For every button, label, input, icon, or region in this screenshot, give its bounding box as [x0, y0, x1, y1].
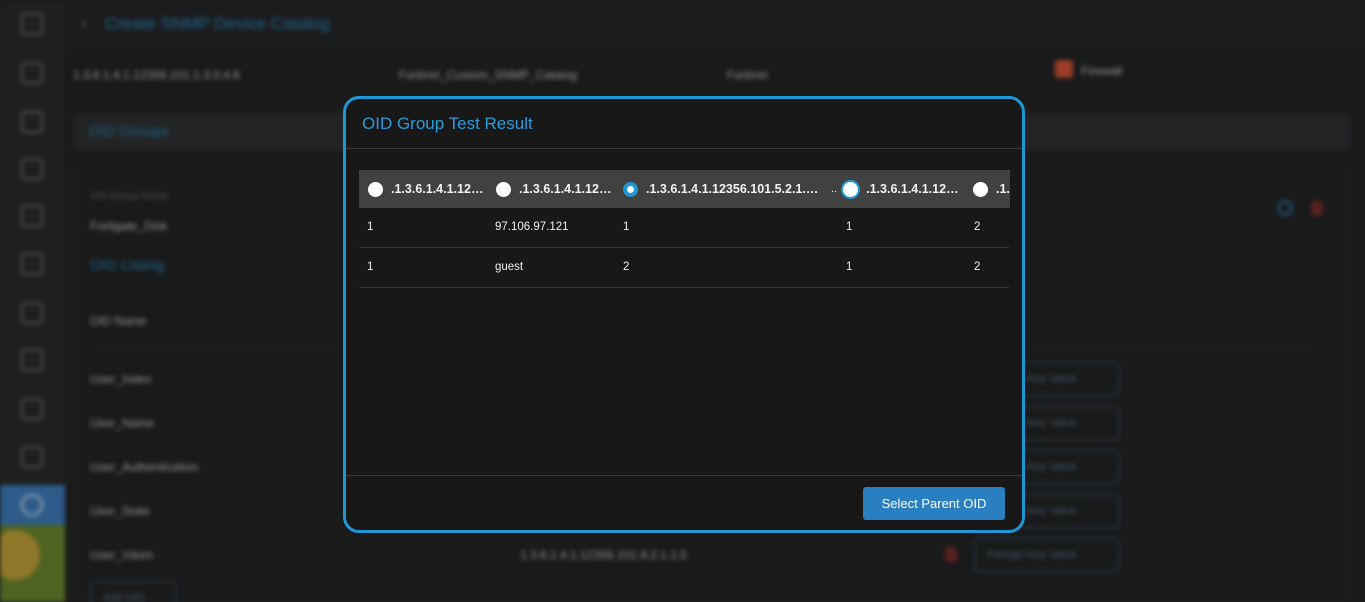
- dialog-header: OID Group Test Result: [346, 99, 1022, 149]
- table-header: .1.3.6.1.4.1.12356.101.5.2.1.1.1 .1.3.6.…: [359, 170, 1010, 208]
- table-row: 1 guest 2 1 2: [359, 248, 1010, 288]
- column-label: .1.3.6.1.4.1.12356.101.5.2.1.1.2: [519, 182, 616, 196]
- table-cell: 97.106.97.121: [495, 221, 569, 233]
- table-cell: 1: [846, 221, 853, 233]
- truncation-ellipsis: ..: [831, 183, 838, 195]
- radio-button[interactable]: [843, 181, 859, 197]
- table-cell: 1: [846, 261, 853, 273]
- table-row: 1 97.106.97.121 1 1 2: [359, 208, 1010, 248]
- column-label: .1.3.6.1.4.1.12356.101.5.2.1.1.1: [391, 182, 486, 196]
- dialog-body: .1.3.6.1.4.1.12356.101.5.2.1.1.1 .1.3.6.…: [346, 149, 1022, 478]
- column-header[interactable]: .. .1.3.6.1.4.1.12356.101.5.2.1.1.4: [831, 170, 971, 208]
- radio-button[interactable]: [496, 181, 511, 197]
- column-header[interactable]: .1.3.6.1.4.1.12356.101.5.2.1.1.1: [368, 170, 486, 208]
- table-cell: 2: [623, 261, 630, 273]
- column-label: .1.3.6.1.4.1.12356.101.5.2.1.1.5: [996, 182, 1010, 196]
- select-parent-oid-button[interactable]: Select Parent OID: [863, 487, 1005, 520]
- table-cell: guest: [495, 261, 524, 273]
- column-header[interactable]: .1.3.6.1.4.1.12356.101.5.2.1.1.2: [496, 170, 616, 208]
- table-cell: 1: [623, 221, 630, 233]
- radio-button[interactable]: [368, 181, 383, 197]
- oid-group-test-result-dialog: OID Group Test Result .1.3.6.1.4.1.12356…: [343, 96, 1025, 533]
- dialog-footer: Select Parent OID: [346, 475, 1022, 530]
- column-header[interactable]: .1.3.6.1.4.1.12356.101.5.2.1.1.5: [973, 170, 1010, 208]
- column-label: .1.3.6.1.4.1.12356.101.5.2.1.1.4: [866, 182, 963, 196]
- column-header[interactable]: .1.3.6.1.4.1.12356.101.5.2.1.1.3: [623, 170, 819, 208]
- table-cell: 2: [974, 221, 981, 233]
- table-cell: 1: [367, 261, 374, 273]
- column-label: .1.3.6.1.4.1.12356.101.5.2.1.1.3: [646, 182, 819, 196]
- radio-button-checked[interactable]: [623, 181, 638, 197]
- table-cell: 1: [367, 221, 374, 233]
- table-cell: 2: [974, 261, 981, 273]
- dialog-title: OID Group Test Result: [362, 114, 533, 133]
- result-table: .1.3.6.1.4.1.12356.101.5.2.1.1.1 .1.3.6.…: [359, 170, 1010, 288]
- radio-button[interactable]: [973, 181, 988, 197]
